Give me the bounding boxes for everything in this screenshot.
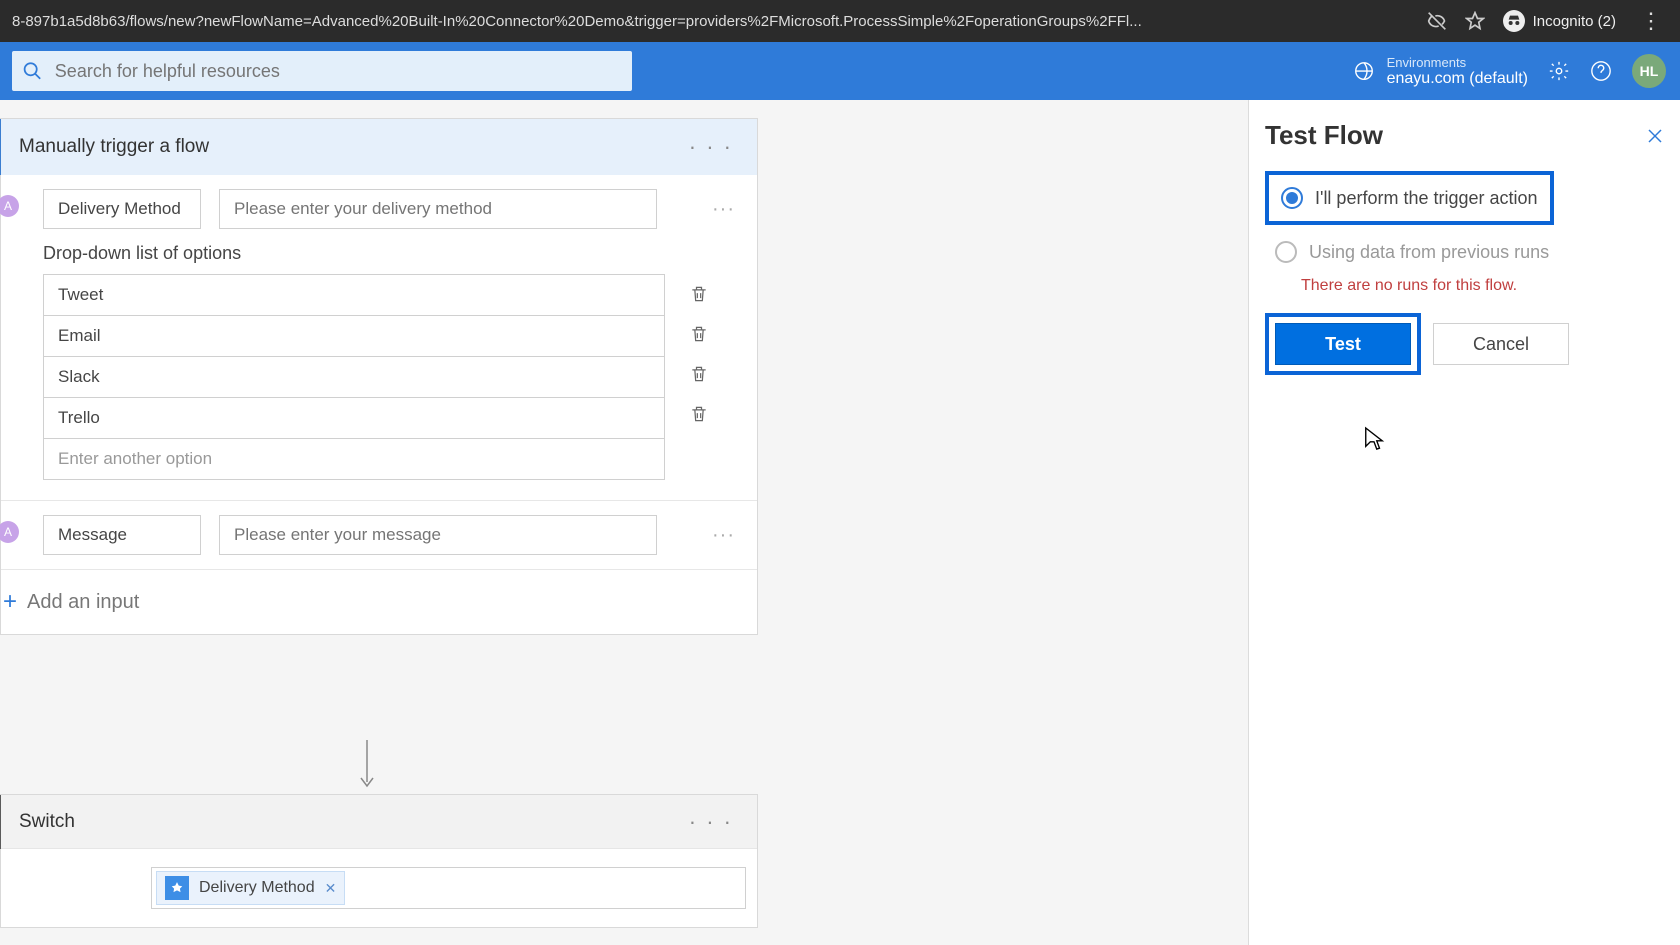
param-menu-icon[interactable]: ···: [712, 524, 735, 547]
field-label[interactable]: Delivery Method: [43, 189, 201, 229]
highlight-test-button: Test: [1265, 313, 1421, 375]
dropdown-section: Drop-down list of options Tweet Email Sl…: [1, 243, 757, 500]
switch-on-input[interactable]: Delivery Method ✕: [151, 867, 746, 909]
browser-address-bar: 8-897b1a5d8b63/flows/new?newFlowName=Adv…: [0, 0, 1680, 42]
token-remove-icon[interactable]: ✕: [325, 880, 337, 897]
env-label: Environments: [1387, 55, 1528, 70]
radio-icon: [1281, 187, 1303, 209]
radio-previous-runs[interactable]: Using data from previous runs: [1265, 231, 1664, 273]
delete-option-button[interactable]: [665, 354, 715, 394]
dropdown-option[interactable]: Email: [44, 316, 664, 357]
environment-icon: [1353, 60, 1375, 82]
close-icon[interactable]: [1646, 127, 1664, 145]
mouse-cursor-icon: [1363, 425, 1385, 458]
switch-title: Switch: [19, 811, 683, 833]
plus-icon: +: [3, 588, 17, 616]
incognito-badge[interactable]: Incognito (2): [1503, 10, 1616, 32]
test-options: I'll perform the trigger action Using da…: [1265, 171, 1664, 295]
no-runs-message: There are no runs for this flow.: [1301, 277, 1664, 295]
trigger-header[interactable]: Manually trigger a flow · · ·: [1, 119, 757, 175]
highlight-selected: I'll perform the trigger action: [1265, 171, 1554, 225]
delete-option-button[interactable]: [665, 394, 715, 434]
param-delivery-method: A Delivery Method ···: [1, 175, 757, 243]
param-type-icon: A: [0, 195, 19, 217]
field-label[interactable]: Message: [43, 515, 201, 555]
env-value: enayu.com (default): [1387, 70, 1528, 88]
add-input-label: Add an input: [27, 591, 139, 614]
environment-selector[interactable]: Environments enayu.com (default): [1353, 55, 1528, 88]
gear-icon[interactable]: [1548, 60, 1570, 82]
eye-off-icon[interactable]: [1427, 11, 1447, 31]
dropdown-option[interactable]: Slack: [44, 357, 664, 398]
dropdown-list: Tweet Email Slack Trello Enter another o…: [43, 274, 665, 480]
panel-title: Test Flow: [1265, 120, 1383, 151]
switch-card: Switch · · · Delivery Method ✕: [0, 794, 758, 928]
flow-connector-arrow: [355, 740, 379, 795]
message-input[interactable]: [219, 515, 657, 555]
delete-option-button[interactable]: [665, 314, 715, 354]
dropdown-label: Drop-down list of options: [43, 243, 715, 264]
dropdown-option[interactable]: Tweet: [44, 275, 664, 316]
search-box[interactable]: [12, 51, 632, 91]
app-header: Environments enayu.com (default) HL: [0, 42, 1680, 100]
test-button[interactable]: Test: [1275, 323, 1411, 365]
search-icon: [22, 60, 43, 82]
avatar[interactable]: HL: [1632, 54, 1666, 88]
incognito-label: Incognito (2): [1533, 13, 1616, 30]
star-icon[interactable]: [1465, 11, 1485, 31]
url-text: 8-897b1a5d8b63/flows/new?newFlowName=Adv…: [12, 13, 1413, 30]
header-right: Environments enayu.com (default) HL: [1353, 54, 1680, 88]
param-message: A Message ···: [1, 501, 757, 569]
add-input-button[interactable]: + Add an input: [1, 570, 757, 634]
dropdown-option[interactable]: Trello: [44, 398, 664, 439]
token-icon: [165, 876, 189, 900]
help-icon[interactable]: [1590, 60, 1612, 82]
test-flow-panel: Test Flow I'll perform the trigger actio…: [1248, 100, 1680, 945]
dropdown-add-option[interactable]: Enter another option: [44, 439, 664, 479]
switch-icon: [0, 795, 1, 849]
flow-canvas: Manually trigger a flow · · · A Delivery…: [0, 100, 1680, 945]
switch-header[interactable]: Switch · · ·: [1, 795, 757, 849]
radio-label: Using data from previous runs: [1309, 242, 1549, 263]
param-type-icon: A: [0, 521, 19, 543]
radio-perform-trigger[interactable]: I'll perform the trigger action: [1271, 177, 1548, 219]
trigger-icon: [0, 119, 1, 175]
radio-label: I'll perform the trigger action: [1315, 188, 1538, 209]
delete-option-button[interactable]: [665, 274, 715, 314]
switch-body: Delivery Method ✕: [1, 849, 757, 927]
delivery-method-input[interactable]: [219, 189, 657, 229]
param-menu-icon[interactable]: ···: [712, 198, 735, 221]
trigger-title: Manually trigger a flow: [19, 136, 683, 158]
search-input[interactable]: [55, 61, 622, 82]
dynamic-token[interactable]: Delivery Method ✕: [156, 871, 345, 905]
switch-menu-icon[interactable]: · · ·: [683, 805, 739, 839]
radio-icon: [1275, 241, 1297, 263]
trigger-menu-icon[interactable]: · · ·: [683, 130, 739, 164]
incognito-icon: [1503, 10, 1525, 32]
browser-menu-icon[interactable]: ⋮: [1634, 8, 1668, 34]
browser-controls: Incognito (2) ⋮: [1427, 8, 1668, 34]
token-label: Delivery Method: [199, 879, 315, 897]
cancel-button[interactable]: Cancel: [1433, 323, 1569, 365]
trigger-card: Manually trigger a flow · · · A Delivery…: [0, 118, 758, 635]
